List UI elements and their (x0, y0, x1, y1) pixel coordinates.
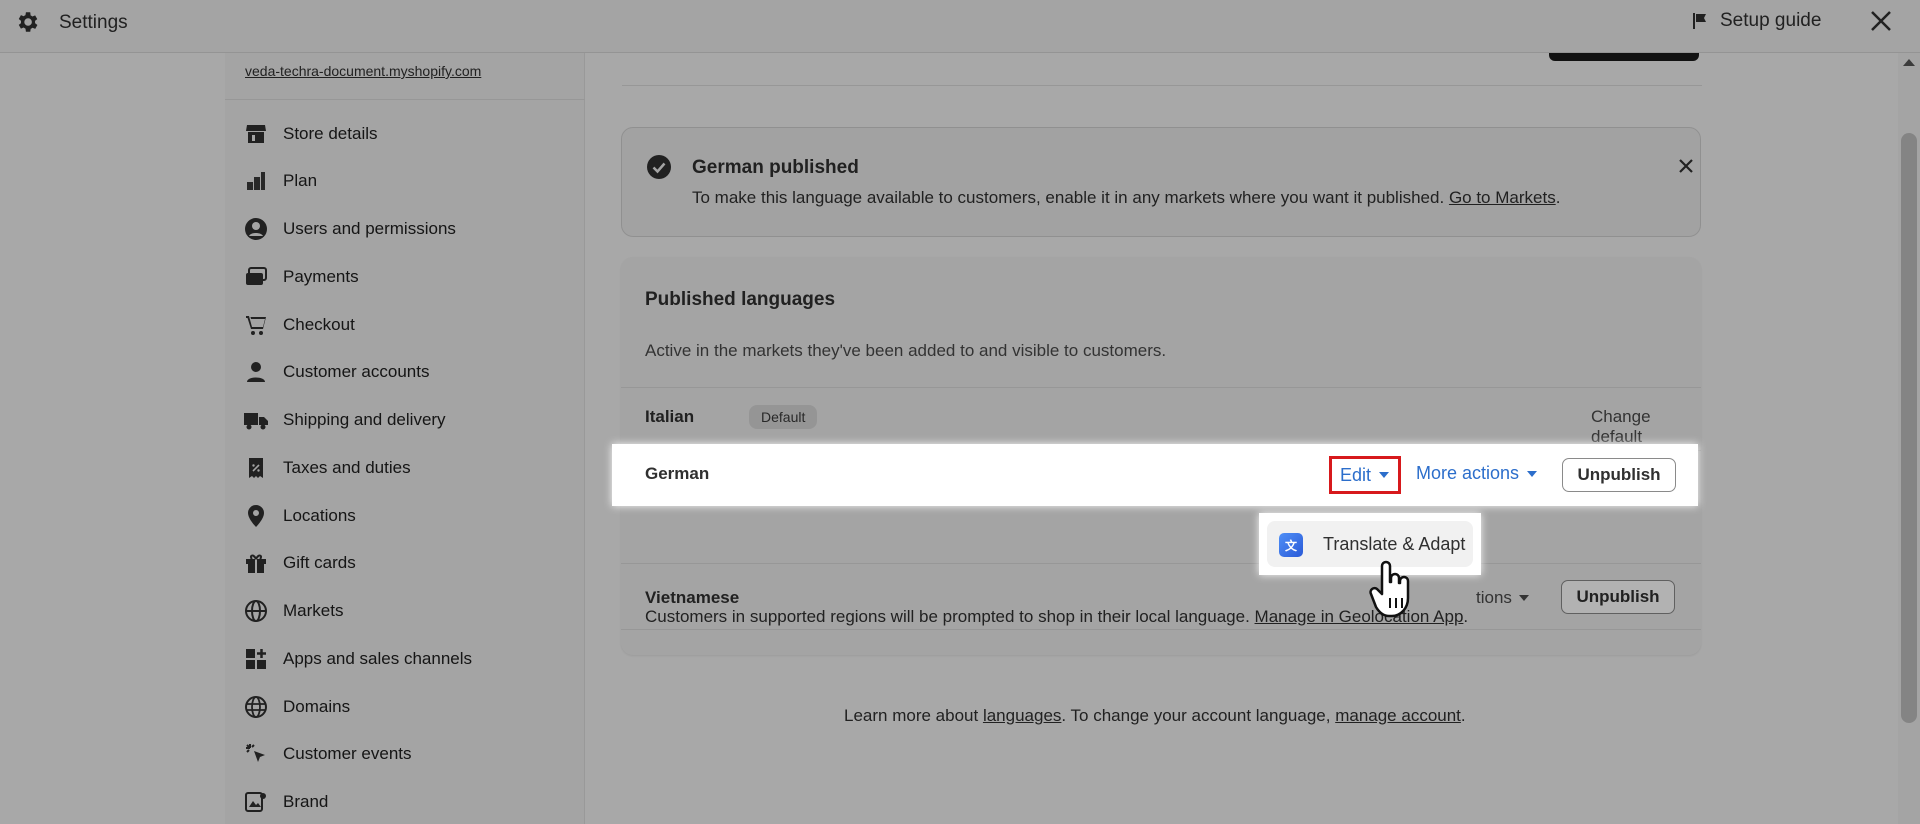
unpublish-german-button[interactable]: Unpublish (1562, 458, 1676, 492)
translate-app-icon: 文 (1279, 533, 1303, 557)
dim-overlay (0, 0, 1920, 824)
edit-dropdown-button[interactable]: Edit (1329, 456, 1401, 494)
caret-down-icon (1527, 470, 1538, 477)
edit-label: Edit (1339, 464, 1372, 485)
hand-cursor-icon (1369, 560, 1410, 618)
language-german: German (645, 464, 710, 483)
caret-down-icon (1379, 472, 1390, 478)
menu-item-label: Translate & Adapt (1323, 534, 1466, 554)
more-actions-button[interactable]: More actions (1416, 463, 1538, 484)
german-language-row: German Edit More actions Unpublish (612, 444, 1698, 506)
more-actions-label: More actions (1416, 463, 1520, 483)
